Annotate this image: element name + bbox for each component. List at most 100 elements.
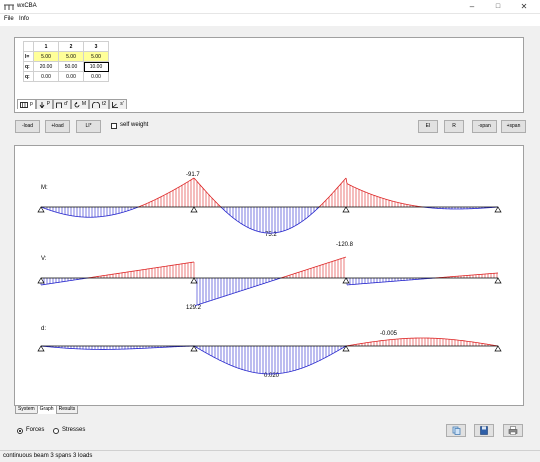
support-icon <box>342 206 350 213</box>
diagram-outline <box>334 189 337 191</box>
support-icon <box>494 345 502 352</box>
diagram-outline <box>172 189 175 191</box>
diagram-outline <box>237 221 240 223</box>
diagram-outline <box>305 217 308 219</box>
tab-system[interactable]: System <box>15 405 38 414</box>
diagram-outline <box>335 350 338 353</box>
menu-info[interactable]: Info <box>19 16 29 22</box>
diagram-outline <box>302 219 305 222</box>
diagram-outline <box>314 209 317 212</box>
diagram-outline <box>345 177 348 184</box>
grid-cell[interactable]: 20.00 <box>33 61 59 72</box>
tool-tab-point-load[interactable]: P <box>35 99 54 109</box>
tool-tab-settlement[interactable]: s' <box>109 99 127 109</box>
diagram-outline <box>180 184 183 187</box>
add-span-button[interactable]: +span <box>501 120 526 133</box>
status-text: continuous beam 3 spans 3 loads <box>3 453 93 459</box>
diagram-outline <box>203 189 206 191</box>
tab-graph[interactable]: Graph <box>36 405 57 414</box>
diagram-outline <box>226 212 229 214</box>
diagram-outline <box>293 225 296 227</box>
col-header: 2 <box>58 41 84 52</box>
diagram-outline <box>331 192 334 194</box>
grid-cell[interactable]: 5.00 <box>33 51 59 62</box>
diagram-outline <box>189 179 192 181</box>
diagram-outline <box>183 183 186 185</box>
diagram-outline <box>217 358 220 361</box>
stiffness-button[interactable]: EI <box>418 120 438 133</box>
beam-axes <box>41 206 498 347</box>
diagram-outline <box>168 191 171 193</box>
tool-tab-moment[interactable]: M <box>70 99 90 109</box>
diagram-canvas: M: V: d: -91.7 75.2 -120.8 129.2 -0.005 … <box>37 172 502 379</box>
stresses-radio[interactable] <box>53 428 59 434</box>
diagram-outline <box>328 195 331 198</box>
close-button[interactable]: ✕ <box>511 0 537 14</box>
minimize-button[interactable]: – <box>459 0 485 14</box>
deflection-label: d: <box>41 326 46 332</box>
diagram-outline <box>332 352 335 354</box>
diagram-outline <box>246 226 249 228</box>
diagram-outline <box>332 191 335 193</box>
influence-line-button[interactable]: LI* <box>76 120 101 133</box>
uniform-load-icon <box>20 101 28 108</box>
diagram-outline <box>198 183 201 186</box>
diagram-outline <box>322 201 325 204</box>
diagram-outline <box>171 190 174 192</box>
forces-radio[interactable] <box>17 428 23 434</box>
tool-tab-partial-load[interactable]: d' <box>53 99 71 109</box>
tool-tab-uniform-load[interactable]: p <box>17 99 36 109</box>
add-load-button[interactable]: +load <box>45 120 70 133</box>
temperature-icon <box>92 101 100 108</box>
diagram-outline <box>216 358 219 360</box>
grid-cell[interactable]: 0.00 <box>83 71 109 82</box>
grid-cell[interactable]: 0.00 <box>58 71 84 82</box>
diagram-outline <box>204 351 207 354</box>
diagram-outline <box>197 182 200 184</box>
diagram-outline <box>213 356 216 359</box>
grid-cell[interactable]: 0.00 <box>33 71 59 82</box>
remove-span-button[interactable]: -span <box>472 120 497 133</box>
diagram-outline <box>201 186 204 189</box>
grid-cell[interactable]: 5.00 <box>83 51 109 62</box>
diagram-outline <box>335 187 338 190</box>
maximize-button[interactable]: □ <box>485 0 511 14</box>
arrow-down-icon <box>39 101 45 108</box>
grid-cell-selected[interactable]: 10.00 <box>83 61 109 72</box>
diagram-outline <box>207 193 210 196</box>
diagram-outline <box>343 346 346 348</box>
grid-cell[interactable]: 50.00 <box>58 61 84 72</box>
diagram-outline <box>203 351 206 353</box>
diagram-outline <box>328 354 331 356</box>
moment-min-value: -91.7 <box>186 172 200 178</box>
support-icon <box>494 206 502 213</box>
self-weight-checkbox[interactable] <box>111 123 117 129</box>
remove-load-button[interactable]: -load <box>15 120 40 133</box>
diagram-outline <box>214 357 217 359</box>
diagram-outline <box>315 208 318 211</box>
diagram-outline <box>162 194 165 197</box>
diagram-outline <box>194 346 197 348</box>
diagram-outline <box>164 193 167 196</box>
diagram-outline <box>341 181 344 183</box>
tool-tab-temperature[interactable]: t2 <box>89 99 110 109</box>
diagram-outline <box>184 182 187 184</box>
tab-results[interactable]: Results <box>55 405 79 414</box>
diagram-outline <box>206 353 209 355</box>
self-weight-label: self weight <box>120 122 149 128</box>
diagram-outline <box>327 355 330 357</box>
diagram-outline <box>175 187 178 190</box>
diagram-outline <box>232 217 235 219</box>
reactions-button[interactable]: R <box>444 120 464 133</box>
print-icon <box>508 426 518 435</box>
menu-file[interactable]: File <box>4 16 14 22</box>
diagram-outline <box>295 224 298 226</box>
diagram-outline <box>321 358 324 360</box>
diagram-outline <box>194 178 197 181</box>
grid-cell[interactable]: 5.00 <box>58 51 84 62</box>
copy-button[interactable] <box>446 424 466 437</box>
save-button[interactable] <box>474 424 494 437</box>
col-header: 1 <box>33 41 59 52</box>
print-button[interactable] <box>503 424 523 437</box>
diagram-outline <box>227 213 230 215</box>
